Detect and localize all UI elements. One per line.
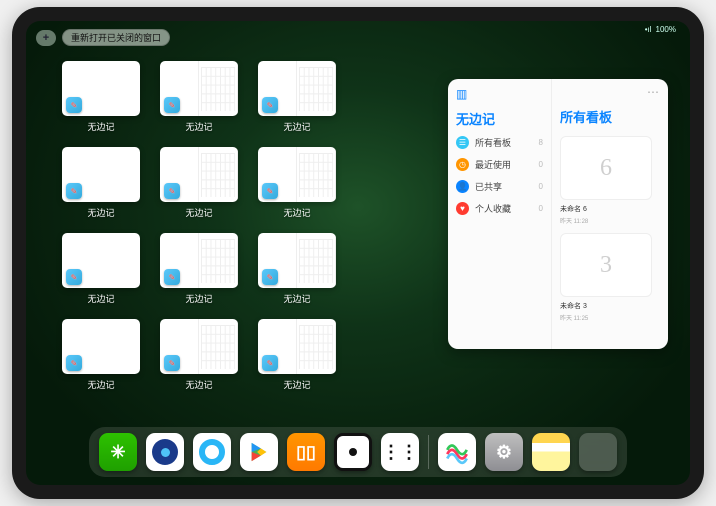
thumb-label: 无边记 — [185, 120, 212, 133]
board-name: 未命名 6 — [560, 204, 660, 214]
thumb-label: 无边记 — [87, 120, 114, 133]
dock-play-store[interactable] — [240, 433, 278, 471]
freeform-icon — [66, 355, 82, 371]
window-thumb[interactable]: 无边记 — [62, 233, 140, 305]
freeform-icon — [164, 355, 180, 371]
graph-icon: ⋮⋮ — [382, 442, 418, 463]
window-thumb[interactable]: 无边记 — [258, 319, 336, 391]
dock-settings[interactable]: ⚙ — [485, 433, 523, 471]
top-left-controls: + 重新打开已关闭的窗口 — [36, 29, 170, 46]
freeform-icon — [262, 183, 278, 199]
item-label: 已共享 — [475, 180, 502, 193]
plus-icon: + — [43, 32, 49, 44]
freeform-icon — [66, 183, 82, 199]
item-count: 0 — [539, 160, 543, 169]
thumb-label: 无边记 — [283, 292, 310, 305]
freeform-sidebar-panel[interactable]: ▥ 无边记 ☰ 所有看板 8 ◷ 最近使用 0 👤 已共享 0 ♥ 个人收藏 0 ⋯ 所有看板 6 未命… — [448, 79, 668, 349]
item-label: 最近使用 — [475, 158, 511, 171]
battery-label: 100% — [656, 25, 676, 34]
window-thumb[interactable]: 无边记 — [258, 233, 336, 305]
dock: ✳ ▯▯ ⋮⋮ ⚙ — [89, 427, 627, 477]
window-thumb[interactable]: 无边记 — [160, 61, 238, 133]
board-name: 未命名 3 — [560, 301, 660, 311]
reopen-closed-window-button[interactable]: 重新打开已关闭的窗口 — [62, 29, 170, 46]
board-thumb[interactable]: 6 — [560, 136, 652, 200]
window-thumb[interactable]: 无边记 — [258, 61, 336, 133]
sidebar-item[interactable]: ☰ 所有看板 8 — [456, 136, 543, 149]
thumb-label: 无边记 — [185, 292, 212, 305]
new-window-button[interactable]: + — [36, 30, 56, 46]
window-thumbnails-grid: 无边记 无边记 无边记 无边记 无边记 无边记 — [62, 61, 422, 391]
signal-icon: •ıl — [645, 25, 652, 34]
item-label: 个人收藏 — [475, 202, 511, 215]
sidebar-item[interactable]: 👤 已共享 0 — [456, 180, 543, 193]
sidebar-toggle-icon[interactable]: ▥ — [456, 87, 467, 101]
thumb-label: 无边记 — [87, 292, 114, 305]
sidebar-left: ▥ 无边记 ☰ 所有看板 8 ◷ 最近使用 0 👤 已共享 0 ♥ 个人收藏 0 — [448, 79, 552, 349]
dock-books[interactable]: ▯▯ — [287, 433, 325, 471]
dock-app-library[interactable] — [579, 433, 617, 471]
dock-quark[interactable] — [193, 433, 231, 471]
more-icon[interactable]: ⋯ — [647, 85, 660, 99]
item-count: 8 — [539, 138, 543, 147]
all-boards-title: 所有看板 — [560, 107, 660, 126]
freeform-icon — [66, 97, 82, 113]
thumb-label: 无边记 — [283, 378, 310, 391]
freeform-icon — [262, 269, 278, 285]
sidebar-item[interactable]: ♥ 个人收藏 0 — [456, 202, 543, 215]
sidebar-app-title: 无边记 — [456, 109, 543, 128]
board-time: 昨天 11:28 — [560, 216, 660, 225]
freeform-icon — [164, 97, 180, 113]
dock-freeform[interactable] — [438, 433, 476, 471]
item-count: 0 — [539, 204, 543, 213]
wechat-icon: ✳ — [110, 442, 125, 463]
gear-icon: ⚙ — [496, 442, 512, 463]
dock-wechat[interactable]: ✳ — [99, 433, 137, 471]
window-thumb[interactable]: 无边记 — [62, 61, 140, 133]
category-icon: ☰ — [456, 136, 469, 149]
dock-quark-hd[interactable] — [146, 433, 184, 471]
thumb-label: 无边记 — [185, 206, 212, 219]
ipad-device: •ıl 100% + 重新打开已关闭的窗口 无边记 无边记 无边记 — [12, 7, 704, 499]
freeform-icon — [66, 269, 82, 285]
window-thumb[interactable]: 无边记 — [258, 147, 336, 219]
dock-separator — [428, 435, 429, 469]
thumb-label: 无边记 — [283, 206, 310, 219]
reopen-label: 重新打开已关闭的窗口 — [71, 31, 161, 44]
category-icon: 👤 — [456, 180, 469, 193]
freeform-icon — [262, 97, 278, 113]
dock-app-6[interactable] — [334, 433, 372, 471]
screen: •ıl 100% + 重新打开已关闭的窗口 无边记 无边记 无边记 — [26, 21, 690, 485]
category-icon: ◷ — [456, 158, 469, 171]
window-thumb[interactable]: 无边记 — [62, 319, 140, 391]
item-label: 所有看板 — [475, 136, 511, 149]
window-thumb[interactable]: 无边记 — [160, 147, 238, 219]
freeform-icon — [164, 269, 180, 285]
books-icon: ▯▯ — [296, 442, 316, 463]
category-icon: ♥ — [456, 202, 469, 215]
thumb-label: 无边记 — [283, 120, 310, 133]
thumb-label: 无边记 — [87, 206, 114, 219]
status-bar: •ıl 100% — [645, 25, 676, 34]
dock-app-7[interactable]: ⋮⋮ — [381, 433, 419, 471]
sidebar-item[interactable]: ◷ 最近使用 0 — [456, 158, 543, 171]
sidebar-right: ⋯ 所有看板 6 未命名 6 昨天 11:28 3 未命名 3 昨天 11:25 — [552, 79, 668, 349]
freeform-icon — [262, 355, 278, 371]
thumb-label: 无边记 — [185, 378, 212, 391]
board-thumb[interactable]: 3 — [560, 233, 652, 297]
dock-notes[interactable] — [532, 433, 570, 471]
item-count: 0 — [539, 182, 543, 191]
window-thumb[interactable]: 无边记 — [160, 233, 238, 305]
window-thumb[interactable]: 无边记 — [160, 319, 238, 391]
board-time: 昨天 11:25 — [560, 313, 660, 322]
freeform-icon — [164, 183, 180, 199]
window-thumb[interactable]: 无边记 — [62, 147, 140, 219]
thumb-label: 无边记 — [87, 378, 114, 391]
